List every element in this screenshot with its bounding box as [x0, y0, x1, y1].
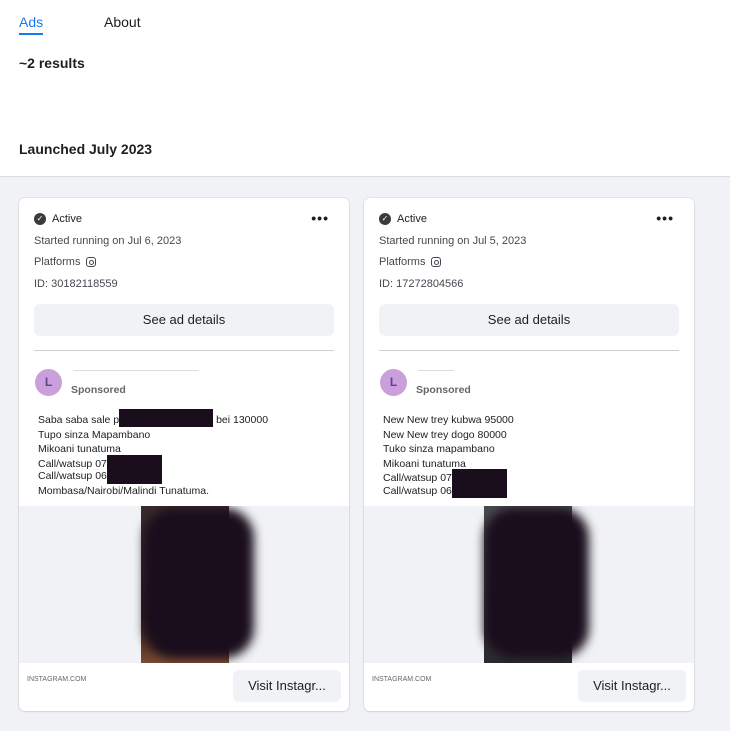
redaction [451, 469, 507, 498]
avatar[interactable]: L [35, 369, 62, 396]
ad-card: ✓ Active ••• Started running on Jul 5, 2… [364, 198, 694, 711]
status-row: ✓ Active [34, 213, 82, 225]
divider [379, 350, 679, 351]
instagram-icon [431, 257, 442, 267]
see-ad-details-button[interactable]: See ad details [379, 304, 679, 336]
check-circle-icon: ✓ [34, 213, 46, 225]
ad-id: ID: 30182118559 [34, 278, 118, 290]
redaction [106, 454, 162, 484]
tab-about[interactable]: About [104, 14, 141, 30]
body-line: Tuko sinza mapambano [383, 443, 495, 455]
body-line: New New trey kubwa 95000 [383, 414, 514, 426]
link-domain: INSTAGRAM.COM [27, 676, 87, 683]
more-options-icon[interactable]: ••• [311, 210, 329, 226]
avatar[interactable]: L [380, 369, 407, 396]
check-circle-icon: ✓ [379, 213, 391, 225]
body-line: Saba saba sale p bei 130000 [38, 409, 268, 428]
body-line: Tupo sinza Mapambano [38, 428, 151, 441]
page-name-redacted [418, 370, 454, 371]
status-text: Active [397, 213, 427, 225]
status-text: Active [52, 213, 82, 225]
see-ad-details-button[interactable]: See ad details [34, 304, 334, 336]
page-name-redacted [73, 370, 199, 371]
status-row: ✓ Active [379, 213, 427, 225]
body-line: New New trey dogo 80000 [383, 428, 507, 441]
ad-body-text: Saba saba sale p bei 130000 Tupo sinza M… [38, 409, 268, 498]
more-options-icon[interactable]: ••• [656, 210, 674, 226]
start-date: Started running on Jul 6, 2023 [34, 235, 182, 247]
ad-media[interactable] [364, 506, 694, 663]
ad-body-text: New New trey kubwa 95000 New New trey do… [383, 413, 514, 498]
sponsored-label: Sponsored [416, 384, 471, 396]
body-line: Mombasa/Nairobi/Malindi Tunatuma. [38, 484, 209, 497]
redaction [119, 409, 214, 427]
visit-instagram-button[interactable]: Visit Instagr... [233, 670, 341, 702]
group-heading: Launched July 2023 [19, 141, 153, 157]
platforms-label: Platforms [34, 256, 81, 268]
ad-media[interactable] [19, 506, 349, 663]
visit-instagram-button[interactable]: Visit Instagr... [578, 670, 686, 702]
link-domain: INSTAGRAM.COM [372, 676, 432, 683]
redaction-blur [484, 508, 589, 658]
redaction-blur [144, 508, 254, 658]
platforms-row: Platforms [34, 256, 97, 268]
platforms-row: Platforms [379, 256, 442, 268]
instagram-icon [86, 257, 97, 267]
tab-ads[interactable]: Ads [19, 14, 44, 35]
divider [34, 350, 334, 351]
ad-id: ID: 17272804566 [379, 278, 464, 290]
sponsored-label: Sponsored [71, 384, 126, 396]
start-date: Started running on Jul 5, 2023 [379, 235, 527, 247]
platforms-label: Platforms [379, 256, 426, 268]
ad-card: ✓ Active ••• Started running on Jul 6, 2… [19, 198, 349, 711]
results-count: ~2 results [19, 55, 85, 71]
